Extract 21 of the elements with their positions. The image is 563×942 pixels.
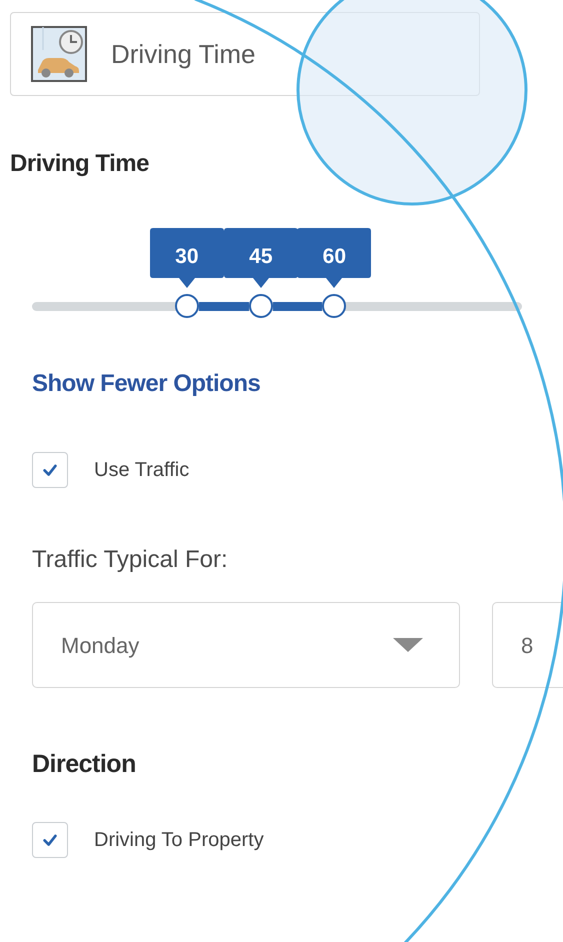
card-title: Driving Time <box>111 38 256 70</box>
section-title: Direction <box>32 749 137 780</box>
checkbox-label[interactable]: Driving To Property <box>94 824 264 854</box>
slider-handle[interactable] <box>322 294 346 318</box>
input-field[interactable]: 8 <box>492 602 563 688</box>
slider-range <box>198 302 249 311</box>
caret-icon <box>393 638 423 652</box>
slider-range <box>272 302 322 311</box>
tooltip-value: 30 <box>174 244 200 270</box>
checkbox[interactable] <box>32 452 68 488</box>
checkbox[interactable] <box>32 822 68 858</box>
slider-handle[interactable] <box>248 294 273 318</box>
section-title: Driving Time <box>10 149 150 179</box>
dropdown[interactable]: Monday <box>32 602 460 688</box>
slider-handle[interactable] <box>174 294 199 318</box>
car-clock-icon <box>31 26 87 82</box>
show-fewer-link[interactable]: Show Fewer Options <box>32 366 260 402</box>
checkbox-label[interactable]: Use Traffic <box>94 455 190 485</box>
tooltip-value: 60 <box>322 244 347 270</box>
tooltip-value: 45 <box>248 244 274 270</box>
field-label: Traffic Typical For: <box>32 545 229 575</box>
